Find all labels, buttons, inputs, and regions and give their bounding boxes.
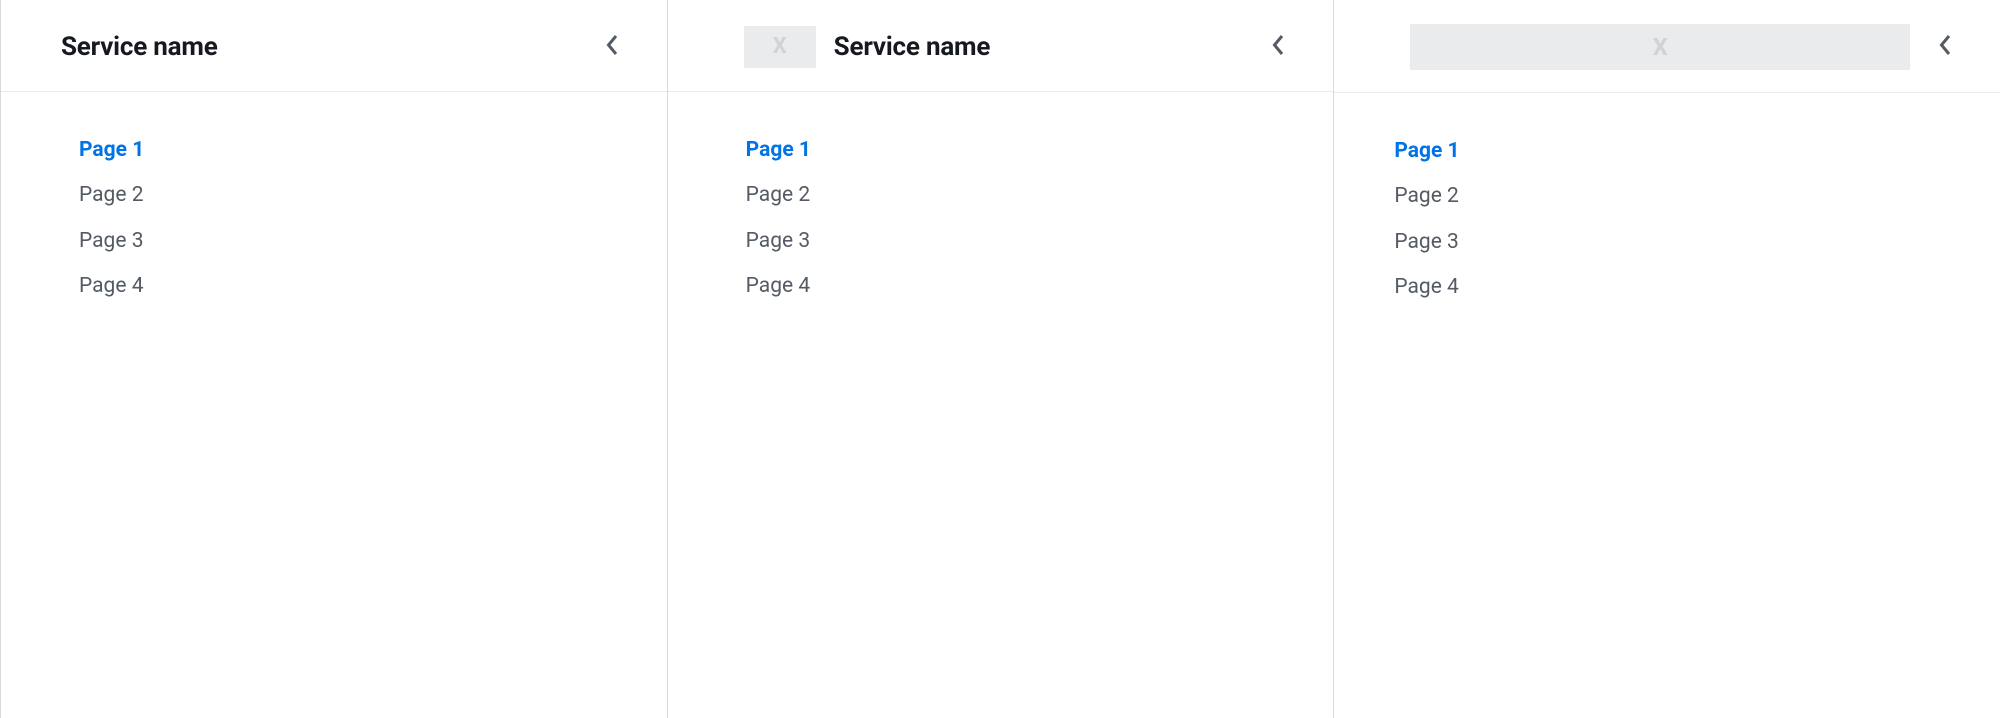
nav-item-page-3[interactable]: Page 3 [79, 219, 607, 264]
nav-list: Page 1 Page 2 Page 3 Page 4 [668, 92, 1334, 310]
nav-item-page-3[interactable]: Page 3 [746, 219, 1274, 264]
side-nav-panel-logo-only: X Page 1 Page 2 Page 3 Page 4 [1333, 0, 2000, 718]
nav-item-page-1[interactable]: Page 1 [1394, 129, 1940, 174]
nav-item-page-3[interactable]: Page 3 [1394, 220, 1940, 265]
nav-item-page-4[interactable]: Page 4 [746, 264, 1274, 309]
nav-list: Page 1 Page 2 Page 3 Page 4 [1, 92, 667, 310]
side-nav-panel-logo-and-title: X Service name Page 1 Page 2 Page 3 Page… [667, 0, 1334, 718]
side-nav-header: X [1334, 0, 2000, 93]
chevron-left-icon [1271, 33, 1287, 61]
nav-item-page-2[interactable]: Page 2 [1394, 174, 1940, 219]
nav-item-page-4[interactable]: Page 4 [1394, 265, 1940, 310]
nav-list: Page 1 Page 2 Page 3 Page 4 [1334, 93, 2000, 311]
side-nav-header: X Service name [668, 0, 1334, 92]
service-title: Service name [61, 32, 577, 62]
nav-item-page-2[interactable]: Page 2 [746, 173, 1274, 218]
chevron-left-icon [605, 33, 621, 61]
nav-item-page-1[interactable]: Page 1 [79, 128, 607, 173]
logo-placeholder: X [744, 26, 816, 68]
nav-item-page-1[interactable]: Page 1 [746, 128, 1274, 173]
chevron-left-icon [1938, 33, 1954, 61]
nav-item-page-4[interactable]: Page 4 [79, 264, 607, 309]
side-nav-header: Service name [1, 0, 667, 92]
nav-item-page-2[interactable]: Page 2 [79, 173, 607, 218]
service-title: Service name [834, 32, 1244, 62]
collapse-button[interactable] [1928, 29, 1964, 65]
side-nav-panel-title-only: Service name Page 1 Page 2 Page 3 Page 4 [0, 0, 667, 718]
logo-placeholder: X [1410, 24, 1910, 70]
collapse-button[interactable] [1261, 29, 1297, 65]
collapse-button[interactable] [595, 29, 631, 65]
